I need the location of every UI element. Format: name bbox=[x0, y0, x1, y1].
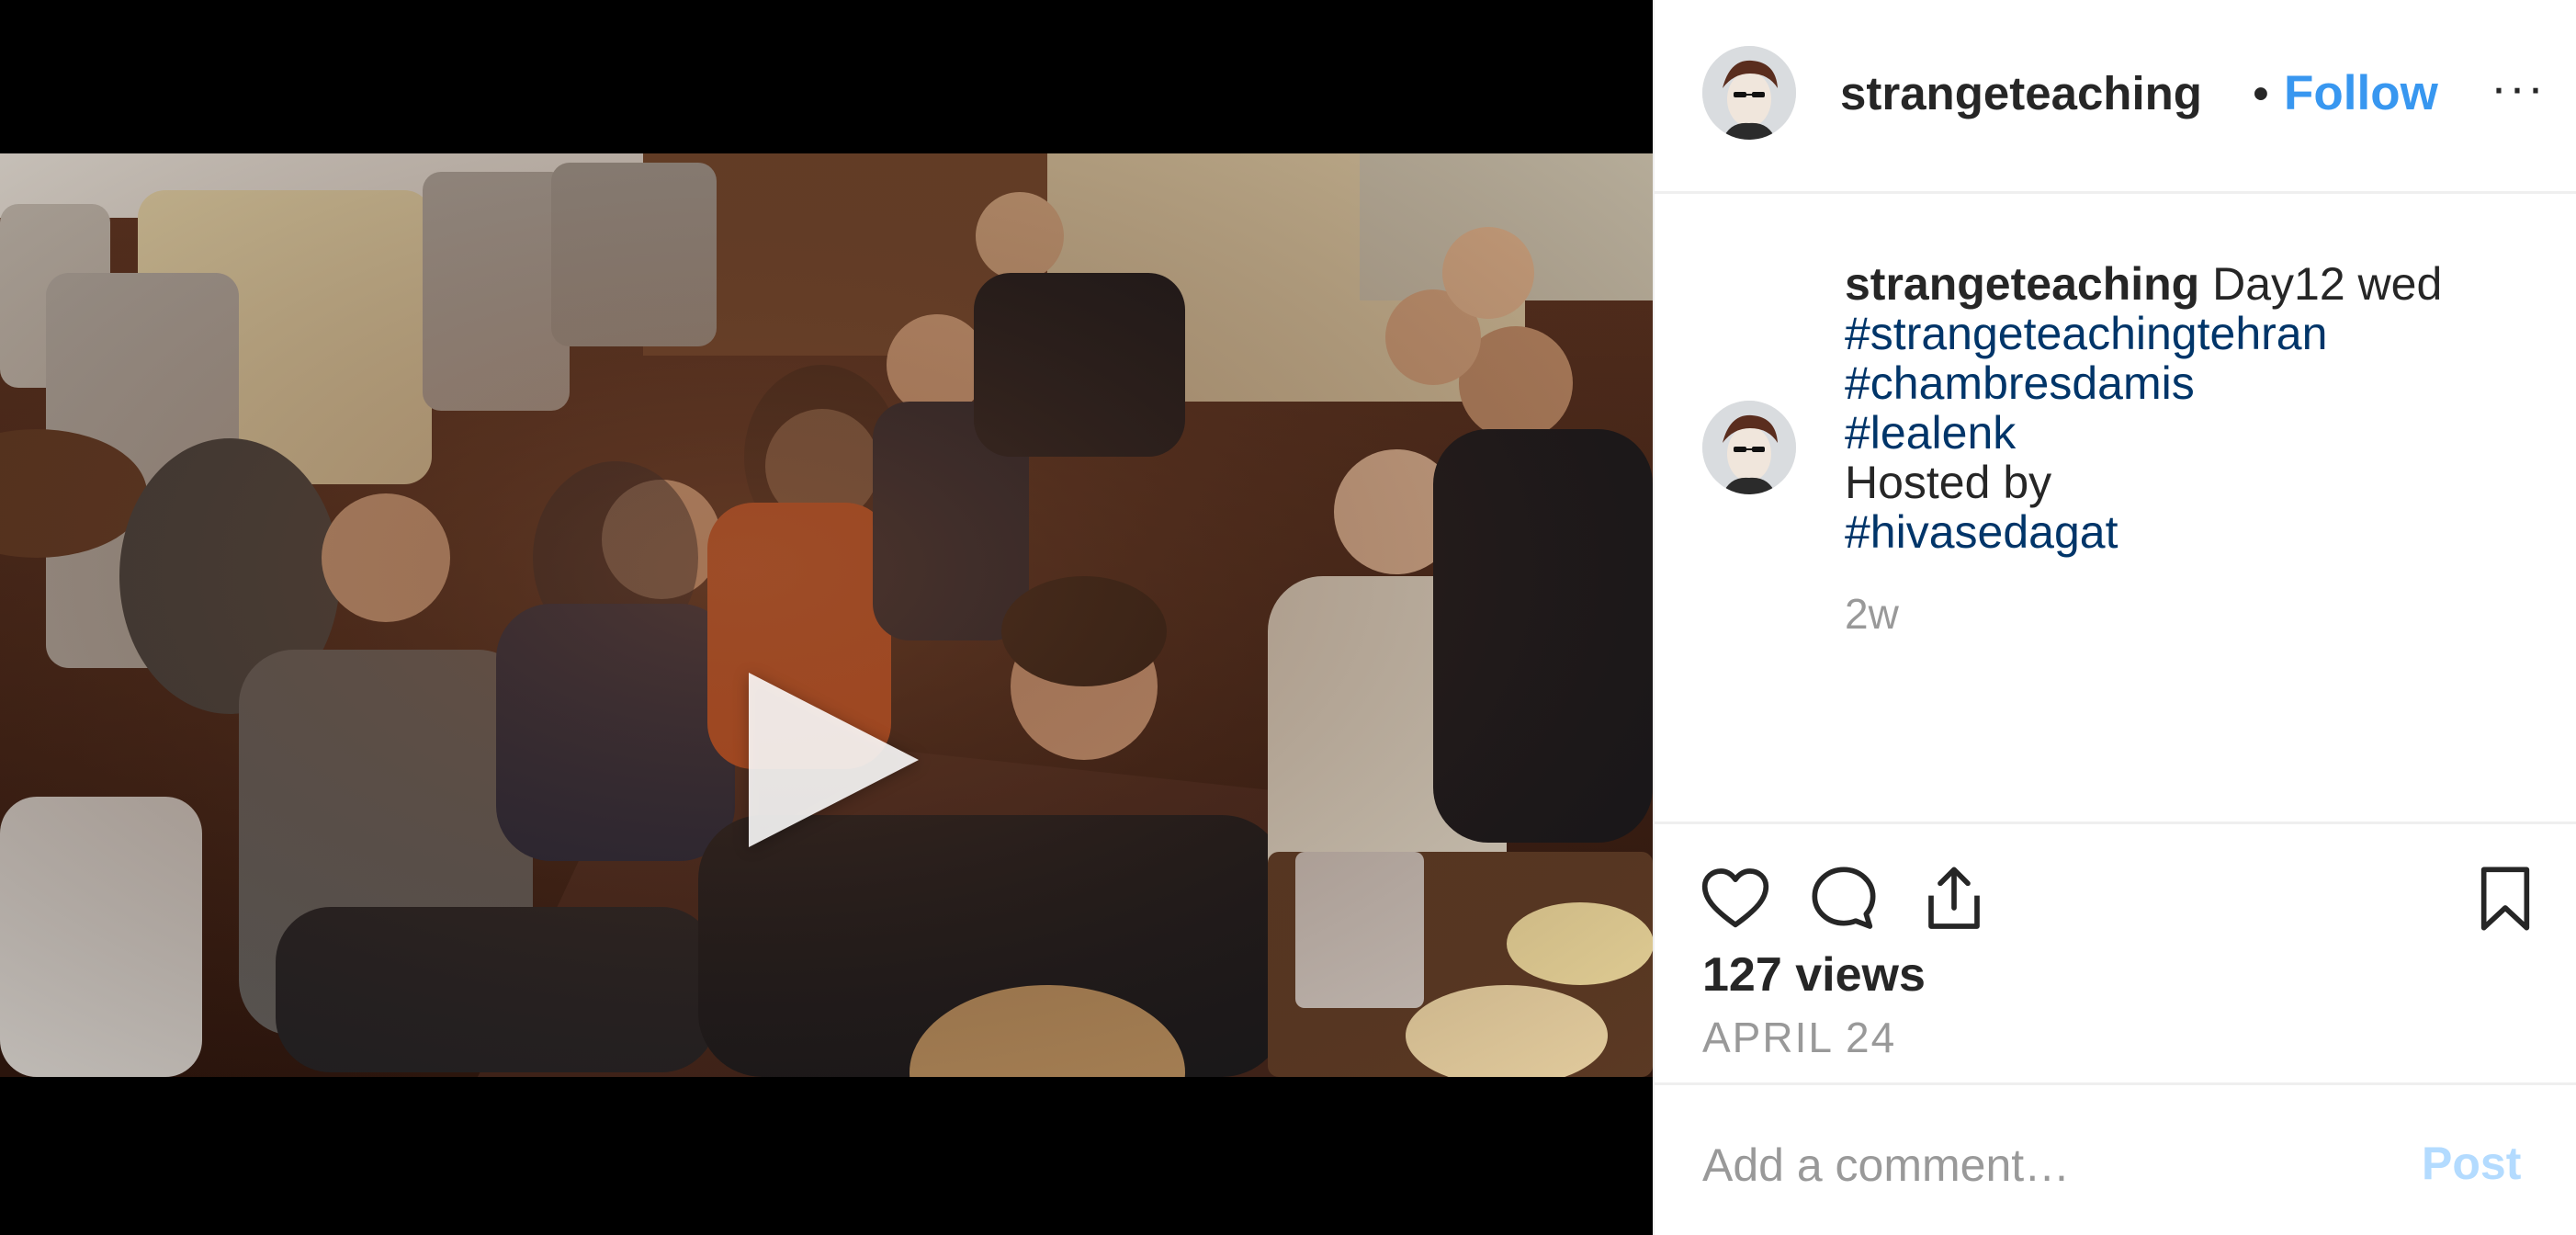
post-caption: strangeteaching Day12 wed #strangeteachi… bbox=[1845, 259, 2561, 557]
media-pane bbox=[0, 0, 1653, 1235]
video-frame-image bbox=[0, 153, 1653, 1077]
view-count[interactable]: 127 views bbox=[1702, 946, 1926, 1003]
heart-icon[interactable] bbox=[1699, 862, 1772, 935]
caption-first-line: strangeteaching Day12 wed bbox=[1845, 259, 2561, 309]
hashtag-link[interactable]: #lealenk bbox=[1845, 408, 2561, 458]
hashtag-link[interactable]: #chambresdamis bbox=[1845, 358, 2561, 408]
share-icon[interactable] bbox=[1917, 862, 1991, 935]
caption-username[interactable]: strangeteaching bbox=[1845, 258, 2199, 310]
avatar-image bbox=[1702, 46, 1796, 140]
caption-text: Day12 wed bbox=[2212, 258, 2443, 310]
post-comment-button[interactable]: Post bbox=[2422, 1134, 2521, 1193]
caption-timestamp[interactable]: 2w bbox=[1845, 588, 1899, 640]
comment-divider bbox=[1655, 1082, 2576, 1085]
comment-icon[interactable] bbox=[1807, 862, 1881, 935]
comment-input[interactable] bbox=[1702, 1136, 2437, 1195]
more-options-icon[interactable]: ··· bbox=[2491, 62, 2544, 123]
video-player[interactable] bbox=[0, 153, 1653, 1077]
author-avatar[interactable] bbox=[1702, 46, 1796, 140]
post-side-panel: strangeteaching • Follow ··· strangeteac… bbox=[1653, 0, 2576, 1235]
hosted-by-text: Hosted by bbox=[1845, 457, 2052, 508]
header-divider bbox=[1655, 191, 2576, 194]
play-button[interactable] bbox=[749, 673, 919, 847]
caption-author-avatar[interactable] bbox=[1702, 401, 1796, 494]
hashtag-link[interactable]: #strangeteachingtehran bbox=[1845, 309, 2561, 358]
instagram-post-view: strangeteaching • Follow ··· strangeteac… bbox=[0, 0, 2576, 1235]
separator-dot: • bbox=[2253, 67, 2269, 119]
author-username[interactable]: strangeteaching bbox=[1840, 64, 2246, 123]
avatar-image bbox=[1702, 401, 1796, 494]
post-date: APRIL 24 bbox=[1702, 1014, 1897, 1061]
actions-divider bbox=[1655, 821, 2576, 824]
bookmark-icon[interactable] bbox=[2469, 862, 2542, 935]
host-hashtag-link[interactable]: #hivasedagat bbox=[1845, 507, 2561, 557]
follow-button[interactable]: Follow bbox=[2284, 64, 2438, 123]
action-bar bbox=[1699, 862, 2544, 935]
